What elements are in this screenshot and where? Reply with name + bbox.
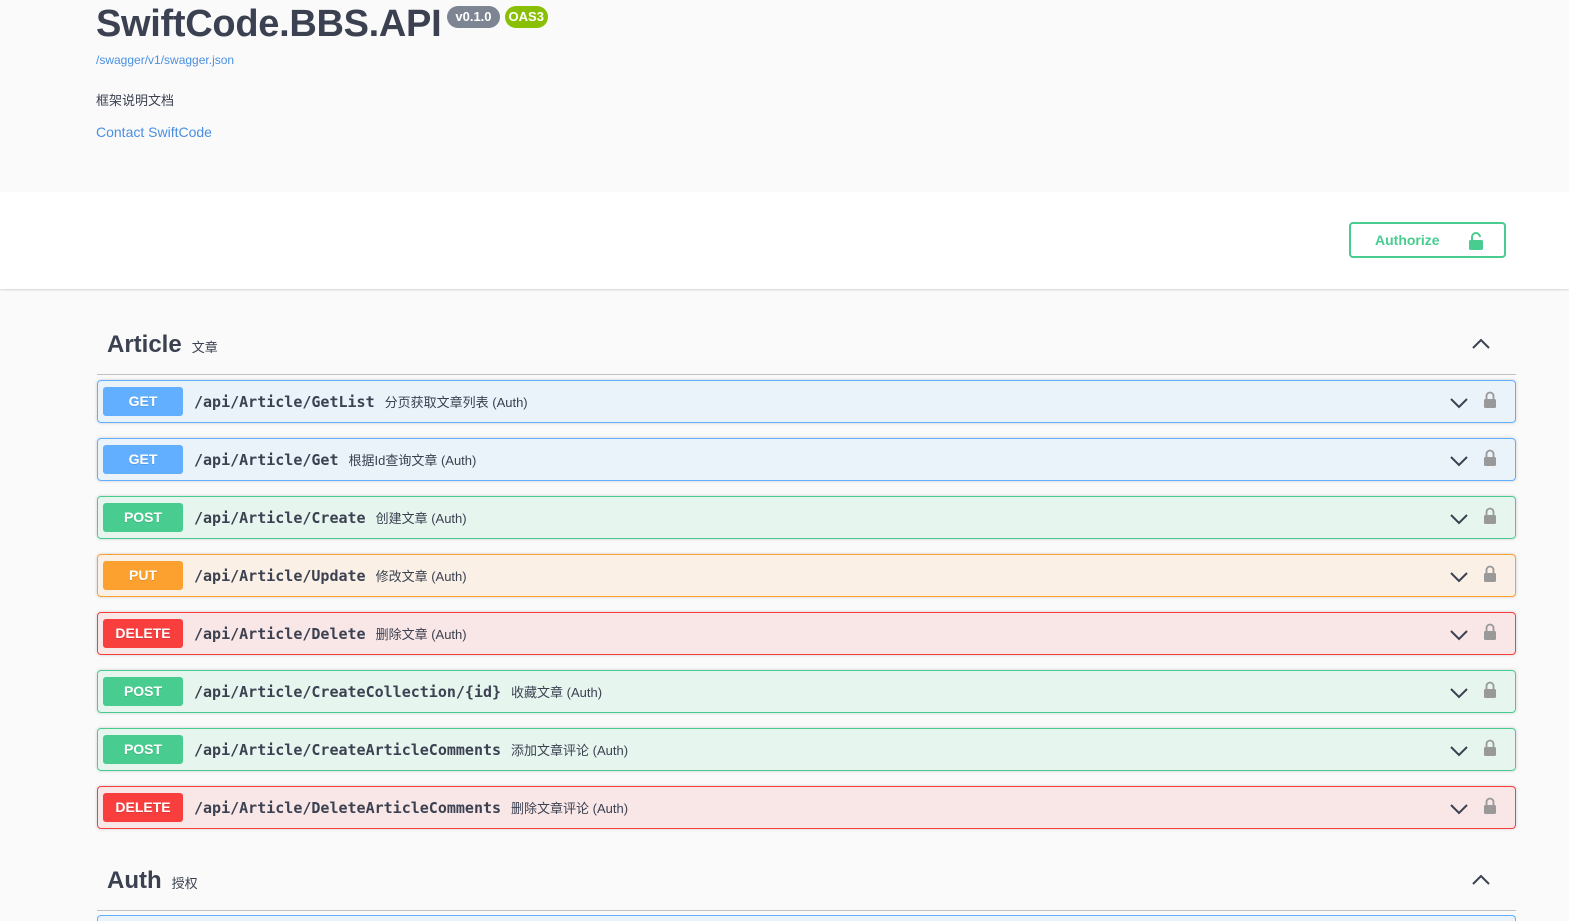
- scheme-container: Authorize: [0, 192, 1569, 289]
- spec-url-link[interactable]: /swagger/v1/swagger.json: [96, 53, 234, 67]
- oas-badge: OAS3: [504, 6, 548, 28]
- operation-get-get[interactable]: GET /api/Article/Get 根据Id查询文章 (Auth): [97, 438, 1516, 481]
- tag-description: 文章: [191, 339, 218, 355]
- lock-icon[interactable]: [1483, 623, 1497, 641]
- operation-summary: 根据Id查询文章 (Auth): [348, 453, 477, 468]
- operation-put-update[interactable]: PUT /api/Article/Update 修改文章 (Auth): [97, 554, 1516, 597]
- method-badge: DELETE: [103, 793, 183, 822]
- operation-path: /api/Article/CreateCollection/{id}: [194, 682, 502, 701]
- method-badge: PUT: [103, 561, 183, 590]
- operation-post-createcollection[interactable]: POST /api/Article/CreateCollection/{id} …: [97, 670, 1516, 713]
- tag-name: Article: [107, 330, 182, 358]
- tag-name: Auth: [107, 866, 162, 894]
- lock-icon[interactable]: [1483, 391, 1497, 409]
- unlocked-icon: [1469, 232, 1483, 250]
- lock-icon[interactable]: [1483, 449, 1497, 467]
- operation-path: /api/Article/Delete: [194, 624, 366, 643]
- operation-path: /api/Article/Update: [194, 566, 366, 585]
- api-info: SwiftCode.BBS.API v0.1.0 OAS3 /swagger/v…: [0, 0, 1569, 192]
- operation-summary: 创建文章 (Auth): [375, 511, 467, 526]
- version-badge: v0.1.0: [447, 6, 500, 28]
- operation-path: /api/Article/DeleteArticleComments: [194, 798, 502, 817]
- lock-icon[interactable]: [1483, 797, 1497, 815]
- operation-summary: 收藏文章 (Auth): [511, 685, 603, 700]
- method-badge: POST: [103, 735, 183, 764]
- method-badge: POST: [103, 503, 183, 532]
- operation-path: /api/Article/Get: [194, 450, 339, 469]
- authorize-label: Authorize: [1375, 232, 1440, 248]
- title-row: SwiftCode.BBS.API v0.1.0 OAS3: [96, 2, 548, 46]
- api-description: 框架说明文档: [96, 93, 175, 108]
- method-badge: POST: [103, 677, 183, 706]
- operation-summary: 修改文章 (Auth): [375, 569, 467, 584]
- operation-summary: 删除文章评论 (Auth): [511, 801, 629, 816]
- chevron-down-icon[interactable]: [1449, 802, 1469, 816]
- operation-path: /api/Article/GetList: [194, 392, 375, 411]
- operation-path: /api/Article/Create: [194, 508, 366, 527]
- method-badge: DELETE: [103, 619, 183, 648]
- chevron-down-icon[interactable]: [1449, 570, 1469, 584]
- operation-post-createarticlecomments[interactable]: POST /api/Article/CreateArticleComments …: [97, 728, 1516, 771]
- operation-summary: 分页获取文章列表 (Auth): [384, 395, 528, 410]
- lock-icon[interactable]: [1483, 739, 1497, 757]
- tag-article[interactable]: Article 文章: [97, 315, 1516, 375]
- chevron-down-icon[interactable]: [1449, 512, 1469, 526]
- authorize-button[interactable]: Authorize: [1349, 222, 1506, 258]
- chevron-down-icon[interactable]: [1449, 454, 1469, 468]
- chevron-down-icon[interactable]: [1449, 686, 1469, 700]
- operation-summary: 添加文章评论 (Auth): [511, 743, 629, 758]
- lock-icon[interactable]: [1483, 681, 1497, 699]
- lock-icon[interactable]: [1483, 507, 1497, 525]
- contact-link[interactable]: Contact SwiftCode: [96, 124, 212, 140]
- auth-operations-edge: [97, 915, 1516, 921]
- operation-get-getlist[interactable]: GET /api/Article/GetList 分页获取文章列表 (Auth): [97, 380, 1516, 423]
- chevron-up-icon[interactable]: [1471, 337, 1491, 351]
- chevron-up-icon[interactable]: [1471, 873, 1491, 887]
- method-badge: GET: [103, 387, 183, 416]
- operation-path: /api/Article/CreateArticleComments: [194, 740, 502, 759]
- tag-description: 授权: [171, 875, 198, 891]
- chevron-down-icon[interactable]: [1449, 628, 1469, 642]
- chevron-down-icon[interactable]: [1449, 396, 1469, 410]
- operation-summary: 删除文章 (Auth): [375, 627, 467, 642]
- operation-delete-deletearticlecomments[interactable]: DELETE /api/Article/DeleteArticleComment…: [97, 786, 1516, 829]
- tag-auth[interactable]: Auth 授权: [97, 851, 1516, 911]
- operation-post-create[interactable]: POST /api/Article/Create 创建文章 (Auth): [97, 496, 1516, 539]
- api-title: SwiftCode.BBS.API: [96, 3, 442, 45]
- chevron-down-icon[interactable]: [1449, 744, 1469, 758]
- operation-delete-delete[interactable]: DELETE /api/Article/Delete 删除文章 (Auth): [97, 612, 1516, 655]
- method-badge: GET: [103, 445, 183, 474]
- lock-icon[interactable]: [1483, 565, 1497, 583]
